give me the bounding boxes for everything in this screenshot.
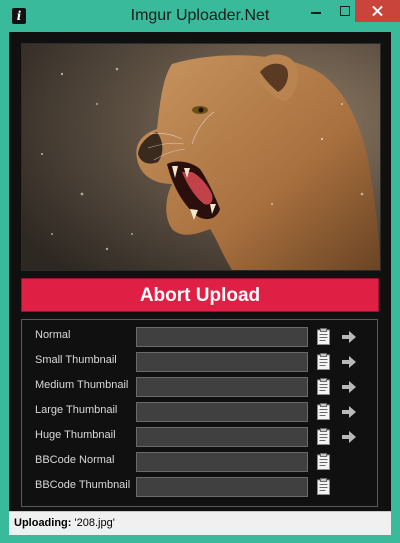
- link-label: Normal: [35, 329, 71, 341]
- arrow-right-icon[interactable]: [342, 431, 356, 443]
- clipboard-icon[interactable]: [317, 353, 330, 370]
- title-bar[interactable]: i Imgur Uploader.Net: [0, 0, 400, 32]
- link-row: Huge Thumbnail: [22, 426, 377, 448]
- arrow-right-icon[interactable]: [342, 381, 356, 393]
- arrow-right-icon[interactable]: [342, 331, 356, 343]
- abort-upload-button[interactable]: Abort Upload: [21, 278, 379, 312]
- link-label: BBCode Normal: [35, 454, 115, 466]
- link-label: Large Thumbnail: [35, 404, 118, 416]
- link-results-group: Normal Small Thumbnail Medium Thumbnail Lar…: [21, 319, 378, 507]
- link-url-field[interactable]: [136, 477, 308, 497]
- link-row: Normal: [22, 326, 377, 348]
- clipboard-icon[interactable]: [317, 378, 330, 395]
- link-url-field[interactable]: [136, 327, 308, 347]
- image-preview: [21, 43, 381, 271]
- arrow-right-icon[interactable]: [342, 406, 356, 418]
- link-url-field[interactable]: [136, 402, 308, 422]
- link-label: BBCode Thumbnail: [35, 479, 131, 491]
- link-url-field[interactable]: [136, 452, 308, 472]
- main-panel: Abort Upload Normal Small Thumbnail Medium…: [9, 32, 391, 511]
- link-row: Small Thumbnail: [22, 351, 377, 373]
- clipboard-icon[interactable]: [317, 428, 330, 445]
- link-row: Large Thumbnail: [22, 401, 377, 423]
- clipboard-icon[interactable]: [317, 478, 330, 495]
- link-row: Medium Thumbnail: [22, 376, 377, 398]
- lioness-preview-image: [22, 44, 380, 270]
- clipboard-icon[interactable]: [317, 403, 330, 420]
- status-file: '208.jpg': [74, 517, 115, 529]
- minimize-button[interactable]: [302, 0, 330, 22]
- link-url-field[interactable]: [136, 352, 308, 372]
- arrow-right-icon[interactable]: [342, 356, 356, 368]
- link-label: Small Thumbnail: [35, 354, 117, 366]
- app-window: i Imgur Uploader.Net Abort Upload Normal…: [0, 0, 400, 543]
- clipboard-icon[interactable]: [317, 453, 330, 470]
- link-url-field[interactable]: [136, 377, 308, 397]
- status-bar: Uploading: '208.jpg': [9, 511, 391, 535]
- clipboard-icon[interactable]: [317, 328, 330, 345]
- status-text: Uploading: '208.jpg': [14, 517, 115, 529]
- link-row: BBCode Thumbnail: [22, 476, 377, 498]
- close-button[interactable]: [355, 0, 400, 22]
- link-url-field[interactable]: [136, 427, 308, 447]
- link-row: BBCode Normal: [22, 451, 377, 473]
- link-label: Medium Thumbnail: [35, 379, 129, 391]
- status-prefix: Uploading:: [14, 517, 72, 529]
- link-label: Huge Thumbnail: [35, 429, 116, 441]
